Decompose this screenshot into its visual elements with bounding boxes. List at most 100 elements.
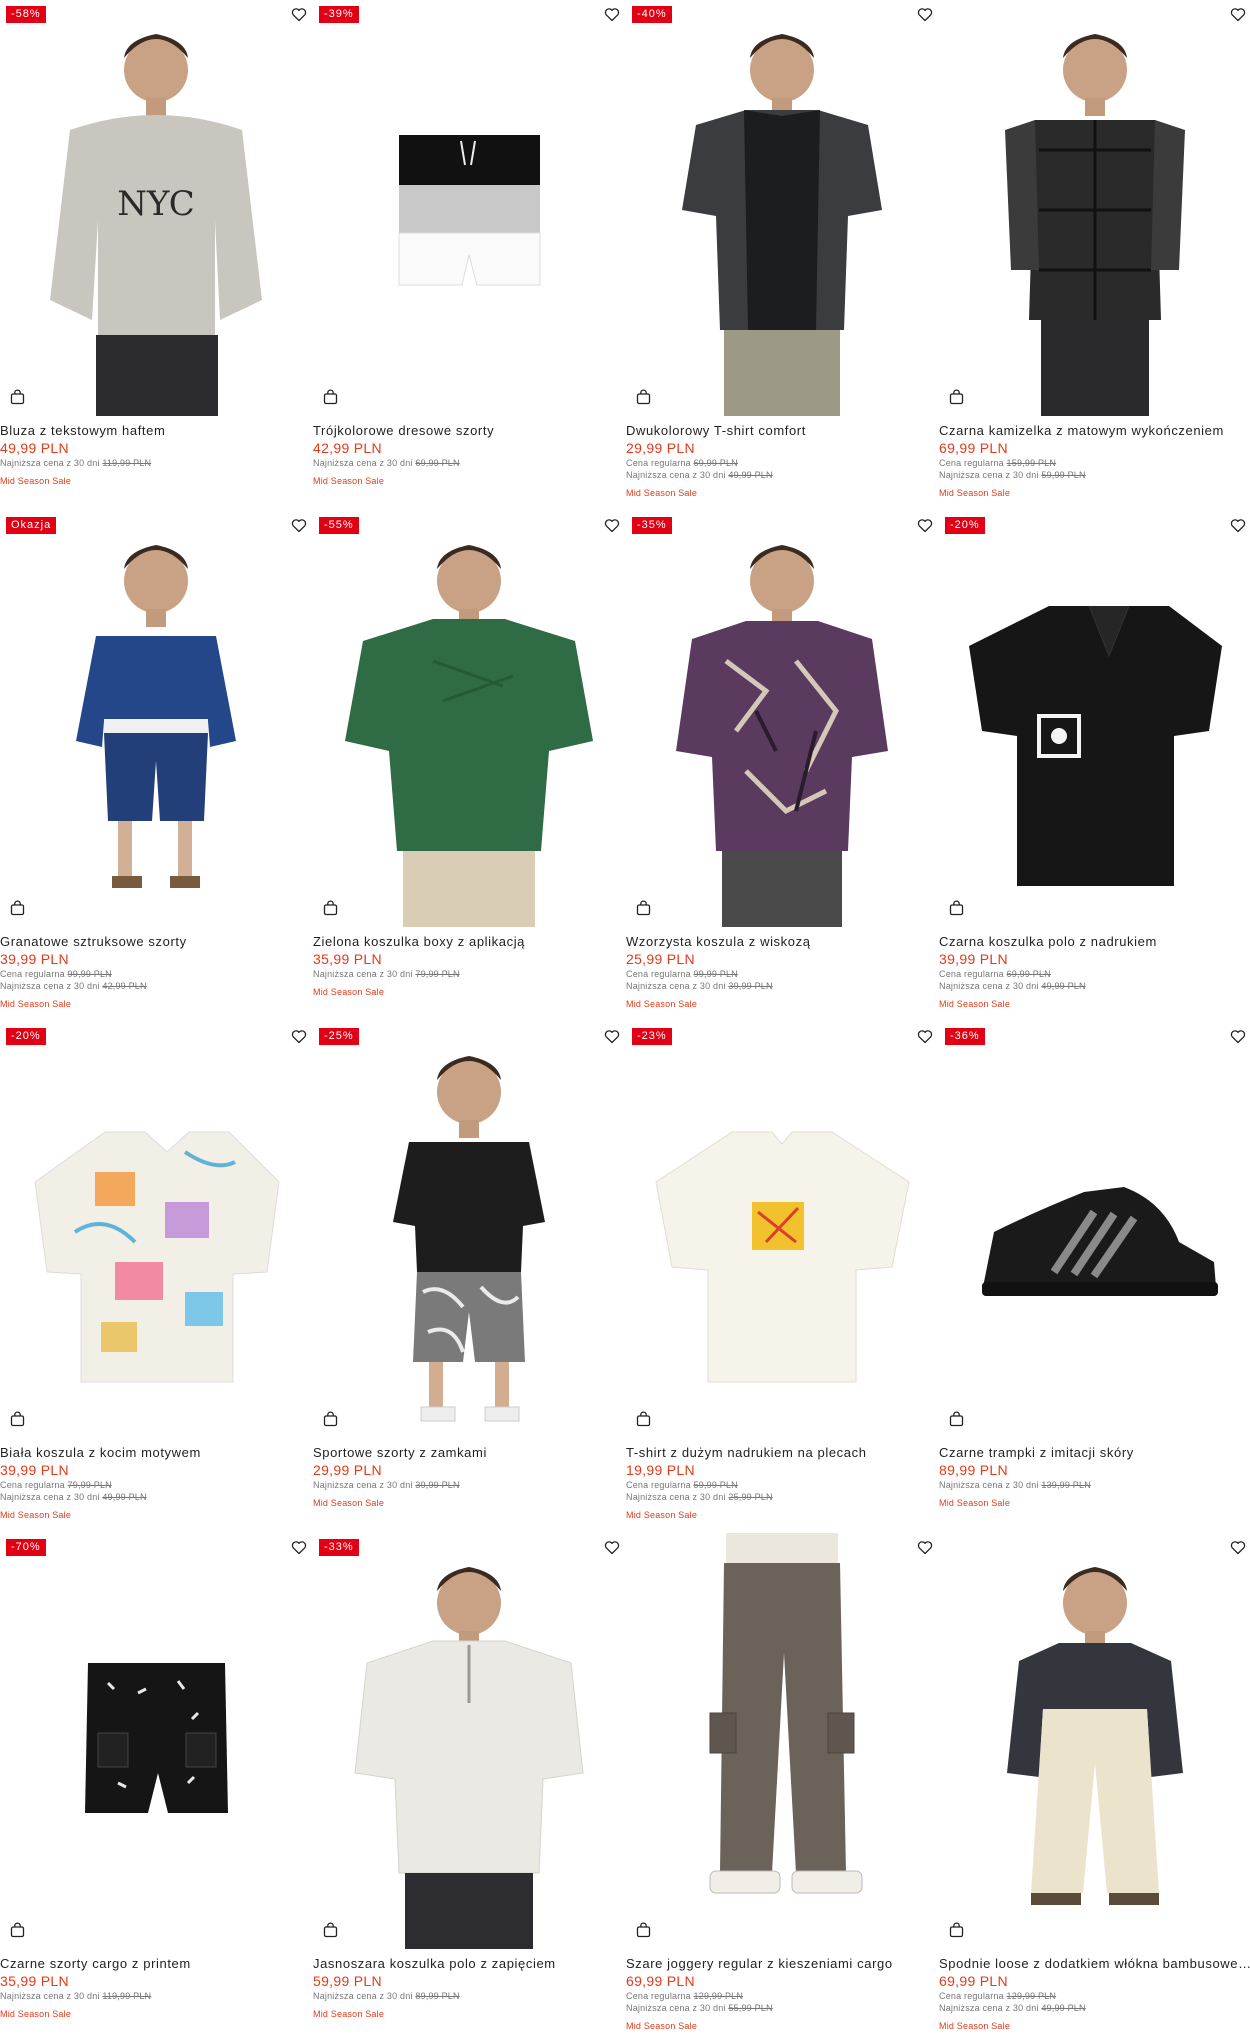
product-name[interactable]: Trójkolorowe dresowe szorty [313, 422, 626, 440]
product-card[interactable]: -33% Jasnoszara koszulka polo z zapięciem… [313, 1533, 626, 2044]
sale-tag[interactable]: Mid Season Sale [0, 998, 313, 1010]
heart-icon[interactable] [914, 514, 936, 536]
product-card[interactable]: -36% Czarne trampki z imitacji skóry 89,99… [939, 1022, 1250, 1533]
product-card[interactable]: Szare joggery regular z kieszeniami carg… [626, 1533, 939, 2044]
product-card[interactable]: -40% Dwukolorowy T-shirt comfort 29,99 PLN… [626, 0, 939, 511]
product-image[interactable] [313, 1022, 626, 1438]
product-image[interactable] [313, 511, 626, 927]
product-card[interactable]: -35% Wzorzysta koszula z wiskozą 25,99 PLN… [626, 511, 939, 1022]
product-image[interactable] [939, 1533, 1250, 1949]
sale-tag[interactable]: Mid Season Sale [939, 487, 1250, 499]
shopping-bag-icon[interactable] [632, 386, 654, 408]
lowest-price-line: Najniższa cena z 30 dni 79,99 PLN [313, 968, 626, 980]
sale-tag[interactable]: Mid Season Sale [0, 475, 313, 487]
shopping-bag-icon[interactable] [945, 1919, 967, 1941]
heart-icon[interactable] [288, 1536, 310, 1558]
product-name[interactable]: Biała koszula z kocim motywem [0, 1444, 313, 1462]
sale-tag[interactable]: Mid Season Sale [939, 998, 1250, 1010]
product-name[interactable]: Czarne szorty cargo z printem [0, 1955, 313, 1973]
sale-tag[interactable]: Mid Season Sale [939, 2020, 1250, 2032]
product-image[interactable] [626, 0, 939, 416]
product-image[interactable] [626, 511, 939, 927]
product-card[interactable]: -25% Sportowe szorty z zamkami 29,99 PLN Na… [313, 1022, 626, 1533]
product-name[interactable]: T-shirt z dużym nadrukiem na plecach [626, 1444, 939, 1462]
sale-tag[interactable]: Mid Season Sale [626, 487, 939, 499]
product-image[interactable] [313, 0, 626, 416]
sale-tag[interactable]: Mid Season Sale [313, 475, 626, 487]
shopping-bag-icon[interactable] [6, 1919, 28, 1941]
product-image[interactable] [0, 1533, 313, 1949]
heart-icon[interactable] [1227, 1536, 1249, 1558]
product-name[interactable]: Spodnie loose z dodatkiem włókna bambuso… [939, 1955, 1250, 1973]
heart-icon[interactable] [288, 3, 310, 25]
product-card[interactable]: -70% Czarne szorty cargo z printem 35,99 P… [0, 1533, 313, 2044]
lowest-price-value: 55,99 PLN [728, 2003, 773, 2013]
heart-icon[interactable] [1227, 1025, 1249, 1047]
product-card[interactable]: Okazja Granatowe sztruksowe szorty 39,99 P… [0, 511, 313, 1022]
product-card[interactable]: NYC -58% Bluza z tekstowym haftem 49,99 PL… [0, 0, 313, 511]
shopping-bag-icon[interactable] [319, 386, 341, 408]
heart-icon[interactable] [1227, 514, 1249, 536]
product-name[interactable]: Zielona koszulka boxy z aplikacją [313, 933, 626, 951]
shopping-bag-icon[interactable] [6, 897, 28, 919]
product-card[interactable]: -23% T-shirt z dużym nadrukiem na plecach… [626, 1022, 939, 1533]
shopping-bag-icon[interactable] [632, 1408, 654, 1430]
shopping-bag-icon[interactable] [319, 897, 341, 919]
product-name[interactable]: Szare joggery regular z kieszeniami carg… [626, 1955, 939, 1973]
product-card[interactable]: Czarna kamizelka z matowym wykończeniem 6… [939, 0, 1250, 511]
sale-tag[interactable]: Mid Season Sale [939, 1497, 1250, 1509]
product-image[interactable] [626, 1022, 939, 1438]
product-name[interactable]: Czarne trampki z imitacji skóry [939, 1444, 1250, 1462]
shopping-bag-icon[interactable] [319, 1408, 341, 1430]
product-image[interactable] [0, 511, 313, 927]
product-info: Czarna kamizelka z matowym wykończeniem 6… [939, 422, 1250, 499]
sale-tag[interactable]: Mid Season Sale [313, 986, 626, 998]
product-name[interactable]: Czarna koszulka polo z nadrukiem [939, 933, 1250, 951]
product-name[interactable]: Dwukolorowy T-shirt comfort [626, 422, 939, 440]
product-name[interactable]: Sportowe szorty z zamkami [313, 1444, 626, 1462]
product-info: T-shirt z dużym nadrukiem na plecach 19,9… [626, 1444, 939, 1521]
sale-tag[interactable]: Mid Season Sale [626, 998, 939, 1010]
product-card[interactable]: -20% Czarna koszulka polo z nadrukiem 39,9… [939, 511, 1250, 1022]
product-card[interactable]: Spodnie loose z dodatkiem włókna bambuso… [939, 1533, 1250, 2044]
product-image[interactable] [939, 1022, 1250, 1438]
sale-tag[interactable]: Mid Season Sale [313, 1497, 626, 1509]
product-name[interactable]: Granatowe sztruksowe szorty [0, 933, 313, 951]
shopping-bag-icon[interactable] [945, 386, 967, 408]
sale-tag[interactable]: Mid Season Sale [626, 2020, 939, 2032]
shopping-bag-icon[interactable] [945, 1408, 967, 1430]
shopping-bag-icon[interactable] [632, 897, 654, 919]
product-image[interactable] [0, 1022, 313, 1438]
product-name[interactable]: Jasnoszara koszulka polo z zapięciem [313, 1955, 626, 1973]
product-name[interactable]: Wzorzysta koszula z wiskozą [626, 933, 939, 951]
product-name[interactable]: Czarna kamizelka z matowym wykończeniem [939, 422, 1250, 440]
heart-icon[interactable] [601, 1025, 623, 1047]
sale-tag[interactable]: Mid Season Sale [313, 2008, 626, 2020]
product-image[interactable] [626, 1533, 939, 1949]
heart-icon[interactable] [288, 1025, 310, 1047]
shopping-bag-icon[interactable] [945, 897, 967, 919]
shopping-bag-icon[interactable] [632, 1919, 654, 1941]
product-card[interactable]: -55% Zielona koszulka boxy z aplikacją 35,… [313, 511, 626, 1022]
heart-icon[interactable] [914, 3, 936, 25]
heart-icon[interactable] [601, 514, 623, 536]
product-image[interactable]: NYC [0, 0, 313, 416]
heart-icon[interactable] [288, 514, 310, 536]
product-card[interactable]: -20% Biała koszula z kocim motywem 39,99 P… [0, 1022, 313, 1533]
sale-tag[interactable]: Mid Season Sale [626, 1509, 939, 1521]
sale-tag[interactable]: Mid Season Sale [0, 2008, 313, 2020]
product-name[interactable]: Bluza z tekstowym haftem [0, 422, 313, 440]
product-image[interactable] [939, 511, 1250, 927]
shopping-bag-icon[interactable] [6, 1408, 28, 1430]
sale-tag[interactable]: Mid Season Sale [0, 1509, 313, 1521]
heart-icon[interactable] [601, 1536, 623, 1558]
heart-icon[interactable] [1227, 3, 1249, 25]
heart-icon[interactable] [914, 1025, 936, 1047]
product-card[interactable]: -39% Trójkolorowe dresowe szorty 42,99 PLN… [313, 0, 626, 511]
shopping-bag-icon[interactable] [6, 386, 28, 408]
heart-icon[interactable] [914, 1536, 936, 1558]
product-image[interactable] [939, 0, 1250, 416]
heart-icon[interactable] [601, 3, 623, 25]
shopping-bag-icon[interactable] [319, 1919, 341, 1941]
product-image[interactable] [313, 1533, 626, 1949]
